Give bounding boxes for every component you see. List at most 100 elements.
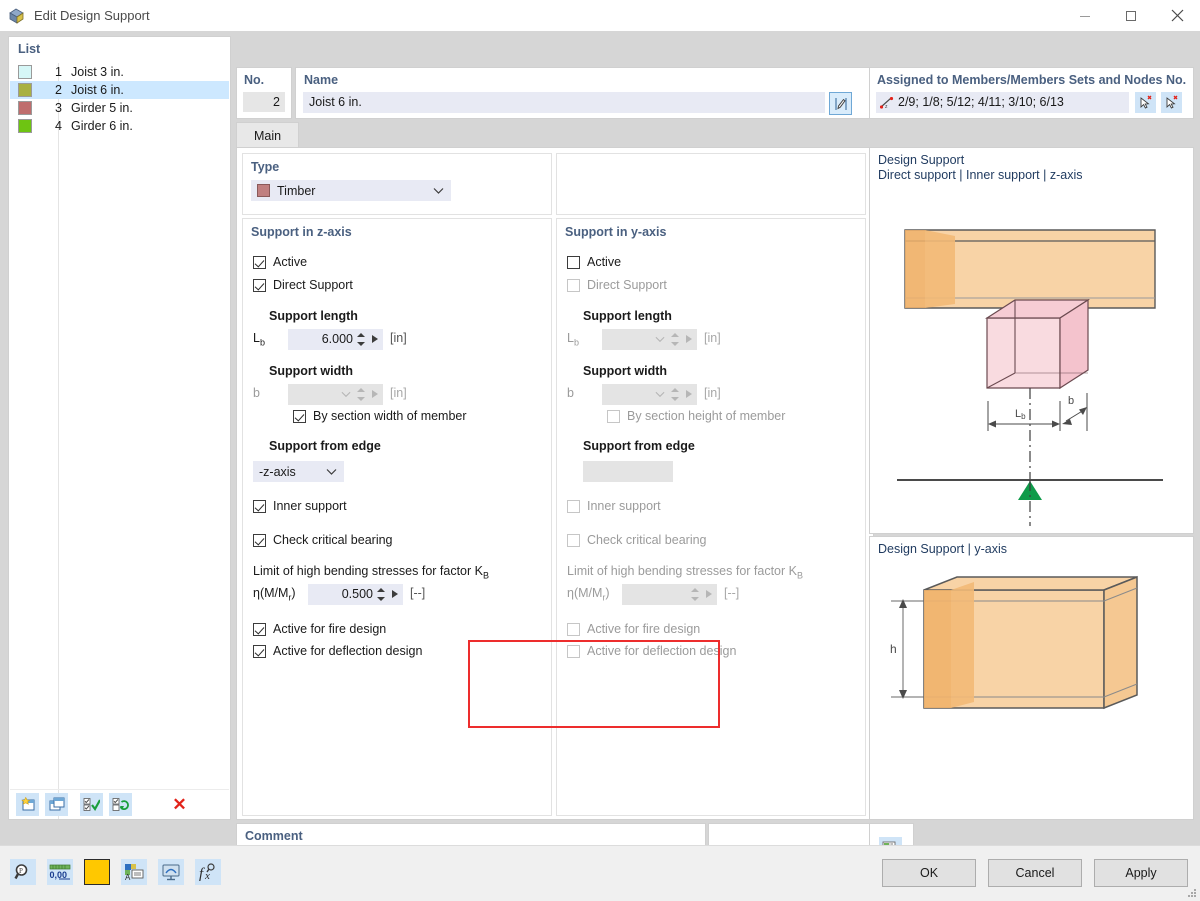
apply-button[interactable]: Apply: [1094, 859, 1188, 887]
check-all-icon[interactable]: [80, 793, 103, 816]
z-by-section-label: By section width of member: [313, 409, 467, 423]
z-deflection-design-checkbox[interactable]: Active for deflection design: [253, 644, 422, 658]
checkbox-icon: [567, 645, 580, 658]
y-fire-design-checkbox: Active for fire design: [567, 622, 700, 636]
design-support-icon: [8, 7, 26, 25]
dim-h-label: h: [890, 642, 897, 656]
y-check-critical-bearing-label: Check critical bearing: [587, 533, 707, 547]
z-support-from-edge-label: Support from edge: [269, 439, 381, 453]
y-eta-unit: [--]: [724, 586, 739, 600]
type-combo[interactable]: Timber: [251, 180, 451, 201]
number-label: No.: [237, 68, 291, 87]
window-controls: [1062, 0, 1200, 31]
support-y-axis-title: Support in y-axis: [565, 225, 666, 239]
y-support-length-unit: [in]: [704, 331, 721, 345]
color-swatch-icon: [18, 65, 32, 79]
display-properties-icon[interactable]: A: [121, 859, 147, 885]
z-fire-design-label: Active for fire design: [273, 622, 386, 636]
number-value: 2: [243, 92, 285, 112]
numeric-format-icon[interactable]: 0,00: [47, 859, 73, 885]
y-limit-label: Limit of high bending stresses for facto…: [567, 564, 803, 581]
chevron-down-icon: [655, 336, 665, 343]
type-value: Timber: [277, 184, 315, 198]
dialog-action-buttons: OK Cancel Apply: [882, 859, 1188, 887]
chevron-down-icon: [655, 391, 665, 398]
y-deflection-design-checkbox: Active for deflection design: [567, 644, 736, 658]
name-input[interactable]: Joist 6 in.: [303, 92, 825, 113]
z-inner-support-label: Inner support: [273, 499, 347, 513]
y-active-checkbox[interactable]: Active: [567, 255, 621, 269]
tab-main[interactable]: Main: [236, 122, 299, 148]
y-support-from-edge-combo: [583, 461, 673, 482]
stepper-icon[interactable]: [377, 587, 386, 602]
checkbox-icon: [607, 410, 620, 423]
expand-arrow-icon[interactable]: [392, 590, 398, 598]
color-swatch-icon[interactable]: [84, 859, 110, 885]
search-icon[interactable]: P: [10, 859, 36, 885]
z-fire-design-checkbox[interactable]: Active for fire design: [253, 622, 386, 636]
z-check-critical-bearing-label: Check critical bearing: [273, 533, 393, 547]
tab-strip: Main: [236, 122, 872, 148]
support-y-axis-group: Support in y-axis Active Direct Support …: [556, 218, 866, 816]
y-check-critical-bearing-checkbox: Check critical bearing: [567, 533, 707, 547]
z-support-length-unit: [in]: [390, 331, 407, 345]
z-support-length-input[interactable]: 6.000: [288, 329, 383, 350]
z-deflection-design-label: Active for deflection design: [273, 644, 422, 658]
select-in-graphic-icon[interactable]: [1135, 92, 1156, 113]
render-icon[interactable]: [158, 859, 184, 885]
list-item[interactable]: 3 Girder 5 in.: [10, 99, 229, 117]
z-support-from-edge-combo[interactable]: -z-axis: [253, 461, 344, 482]
assigned-field-group: Assigned to Members/Members Sets and Nod…: [869, 67, 1194, 119]
y-by-section-checkbox: By section height of member: [607, 409, 785, 423]
expand-arrow-icon[interactable]: [372, 335, 378, 343]
y-support-width-label: Support width: [583, 364, 667, 378]
design-support-y-graphic: Design Support | y-axis h: [869, 536, 1194, 820]
y-eta-input: [622, 584, 717, 605]
expand-arrow-icon: [372, 390, 378, 398]
list-item[interactable]: 2 Joist 6 in.: [10, 81, 229, 99]
copy-icon[interactable]: [45, 793, 68, 816]
toggle-icon[interactable]: [109, 793, 132, 816]
cancel-button[interactable]: Cancel: [988, 859, 1082, 887]
ok-button[interactable]: OK: [882, 859, 976, 887]
z-direct-support-checkbox[interactable]: Direct Support: [253, 278, 353, 292]
select-individually-icon[interactable]: [1161, 92, 1182, 113]
design-support-z-graphic: Design Support Direct support | Inner su…: [869, 147, 1194, 534]
z-support-width-label: Support width: [269, 364, 353, 378]
maximize-button[interactable]: [1108, 0, 1154, 31]
new-icon[interactable]: [16, 793, 39, 816]
minimize-button[interactable]: [1062, 0, 1108, 31]
y-b-symbol: b: [567, 386, 574, 400]
color-swatch-icon: [18, 119, 32, 133]
rename-icon[interactable]: [829, 92, 852, 115]
z-support-length-label: Support length: [269, 309, 358, 323]
footer-bar: P 0,00: [0, 845, 1200, 901]
stepper-icon[interactable]: [357, 332, 366, 347]
z-inner-support-checkbox[interactable]: Inner support: [253, 499, 347, 513]
list-panel: List 1 Joist 3 in. 2 Joist 6 in. 3 Girde…: [8, 36, 231, 820]
z-eta-input[interactable]: 0.500: [308, 584, 403, 605]
z-check-critical-bearing-checkbox[interactable]: Check critical bearing: [253, 533, 393, 547]
list-item-number: 3: [40, 101, 62, 115]
resize-grip-icon[interactable]: [1185, 886, 1197, 898]
chevron-down-icon: [433, 187, 444, 194]
checkbox-icon: [567, 534, 580, 547]
z-active-checkbox[interactable]: Active: [253, 255, 307, 269]
z-lb-symbol: Lb: [253, 331, 265, 348]
y-support-length-input: [602, 329, 697, 350]
z-graphic-caption: Design Support Direct support | Inner su…: [878, 153, 1083, 183]
footer-toolbar: P 0,00: [10, 859, 221, 885]
stepper-icon: [671, 387, 680, 402]
assigned-input[interactable]: 2/9; 1/8; 5/12; 4/11; 3/10; 6/13: [876, 92, 1129, 113]
close-button[interactable]: [1154, 0, 1200, 31]
y-graphic-canvas: h: [870, 563, 1191, 798]
formula-icon[interactable]: f x: [195, 859, 221, 885]
y-support-width-unit: [in]: [704, 386, 721, 400]
z-by-section-checkbox[interactable]: By section width of member: [293, 409, 467, 423]
list-item[interactable]: 4 Girder 6 in.: [10, 117, 229, 135]
z-support-from-edge-value: -z-axis: [259, 465, 296, 479]
checkbox-icon: [293, 410, 306, 423]
list-item[interactable]: 1 Joist 3 in.: [10, 63, 229, 81]
delete-icon[interactable]: ✕: [168, 793, 191, 816]
checkbox-icon: [567, 623, 580, 636]
